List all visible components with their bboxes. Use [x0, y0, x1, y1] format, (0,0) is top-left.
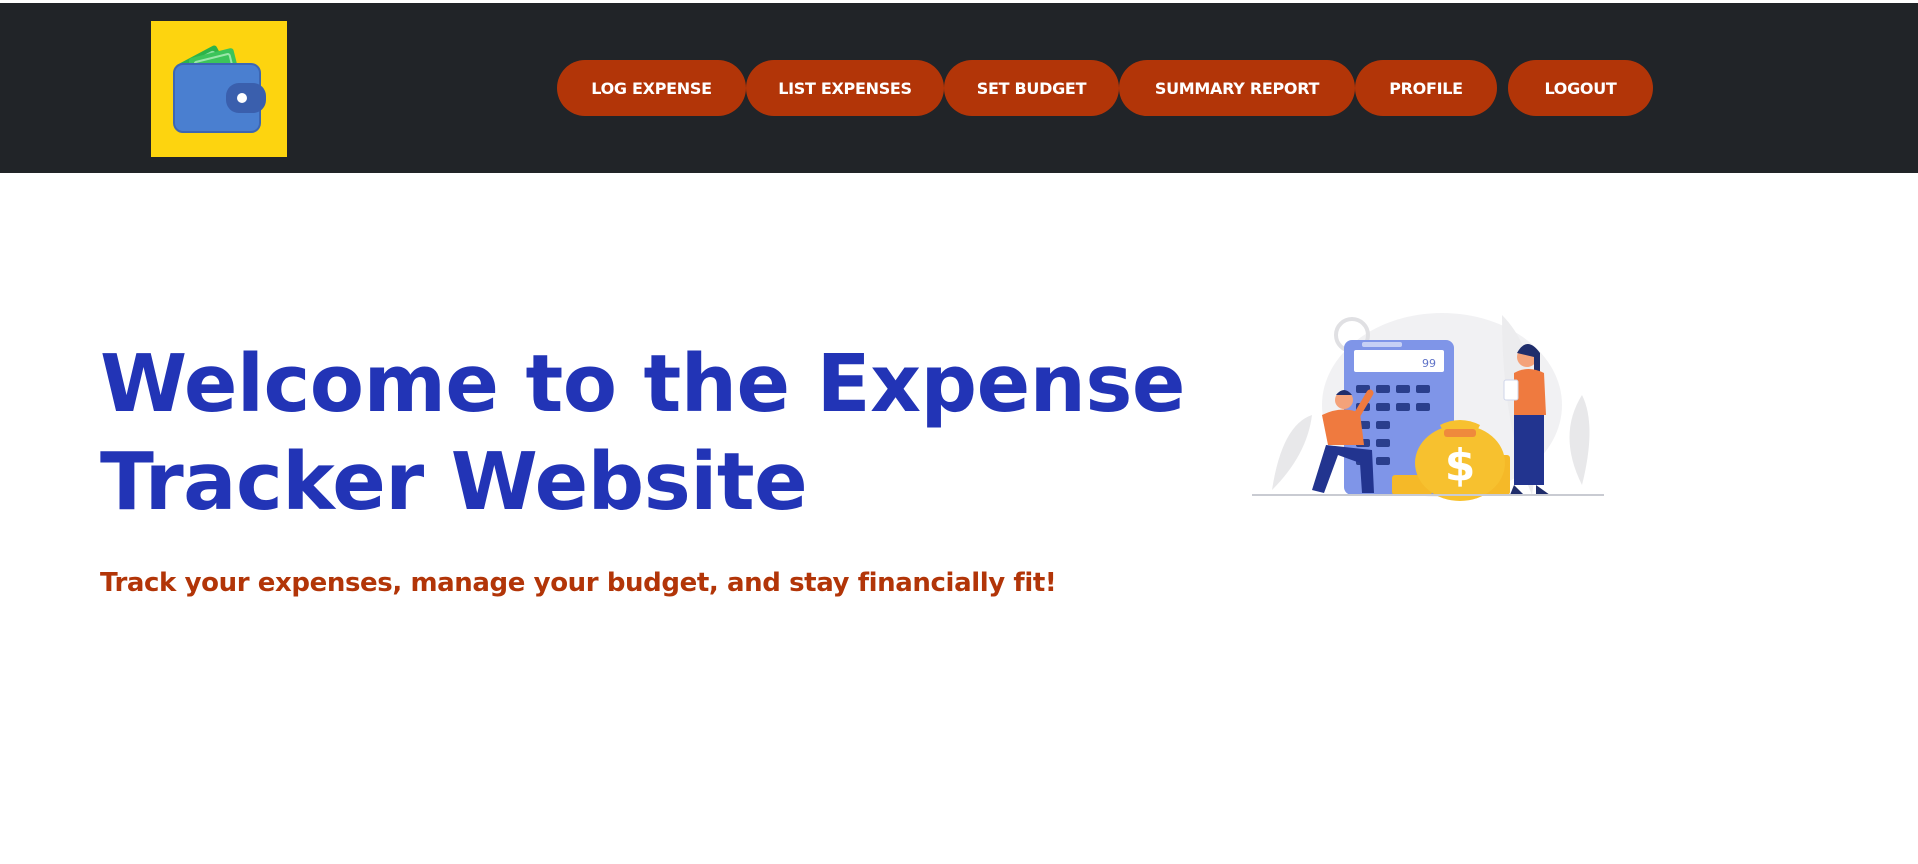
nav-set-budget-button[interactable]: SET BUDGET [944, 60, 1119, 116]
nav-log-expense-button[interactable]: LOG EXPENSE [557, 60, 746, 116]
page-subtitle: Track your expenses, manage your budget,… [100, 568, 1057, 598]
navbar: LOG EXPENSE LIST EXPENSES SET BUDGET SUM… [0, 3, 1918, 173]
nav-profile-button[interactable]: PROFILE [1355, 60, 1497, 116]
svg-text:$: $ [1445, 440, 1476, 491]
finance-illustration: 99 $ [1252, 305, 1612, 505]
page-title: Welcome to the Expense Tracker Website [100, 335, 1200, 531]
wallet-icon [173, 45, 266, 133]
calculator-display: 99 [1422, 357, 1436, 370]
page-title-line-2: Tracker Website [100, 436, 808, 528]
nav-summary-report-button[interactable]: SUMMARY REPORT [1119, 60, 1355, 116]
logo[interactable] [151, 21, 287, 157]
nav-logout-button[interactable]: LOGOUT [1508, 60, 1653, 116]
nav-list-expenses-button[interactable]: LIST EXPENSES [746, 60, 944, 116]
page-title-line-1: Welcome to the Expense [100, 338, 1186, 430]
